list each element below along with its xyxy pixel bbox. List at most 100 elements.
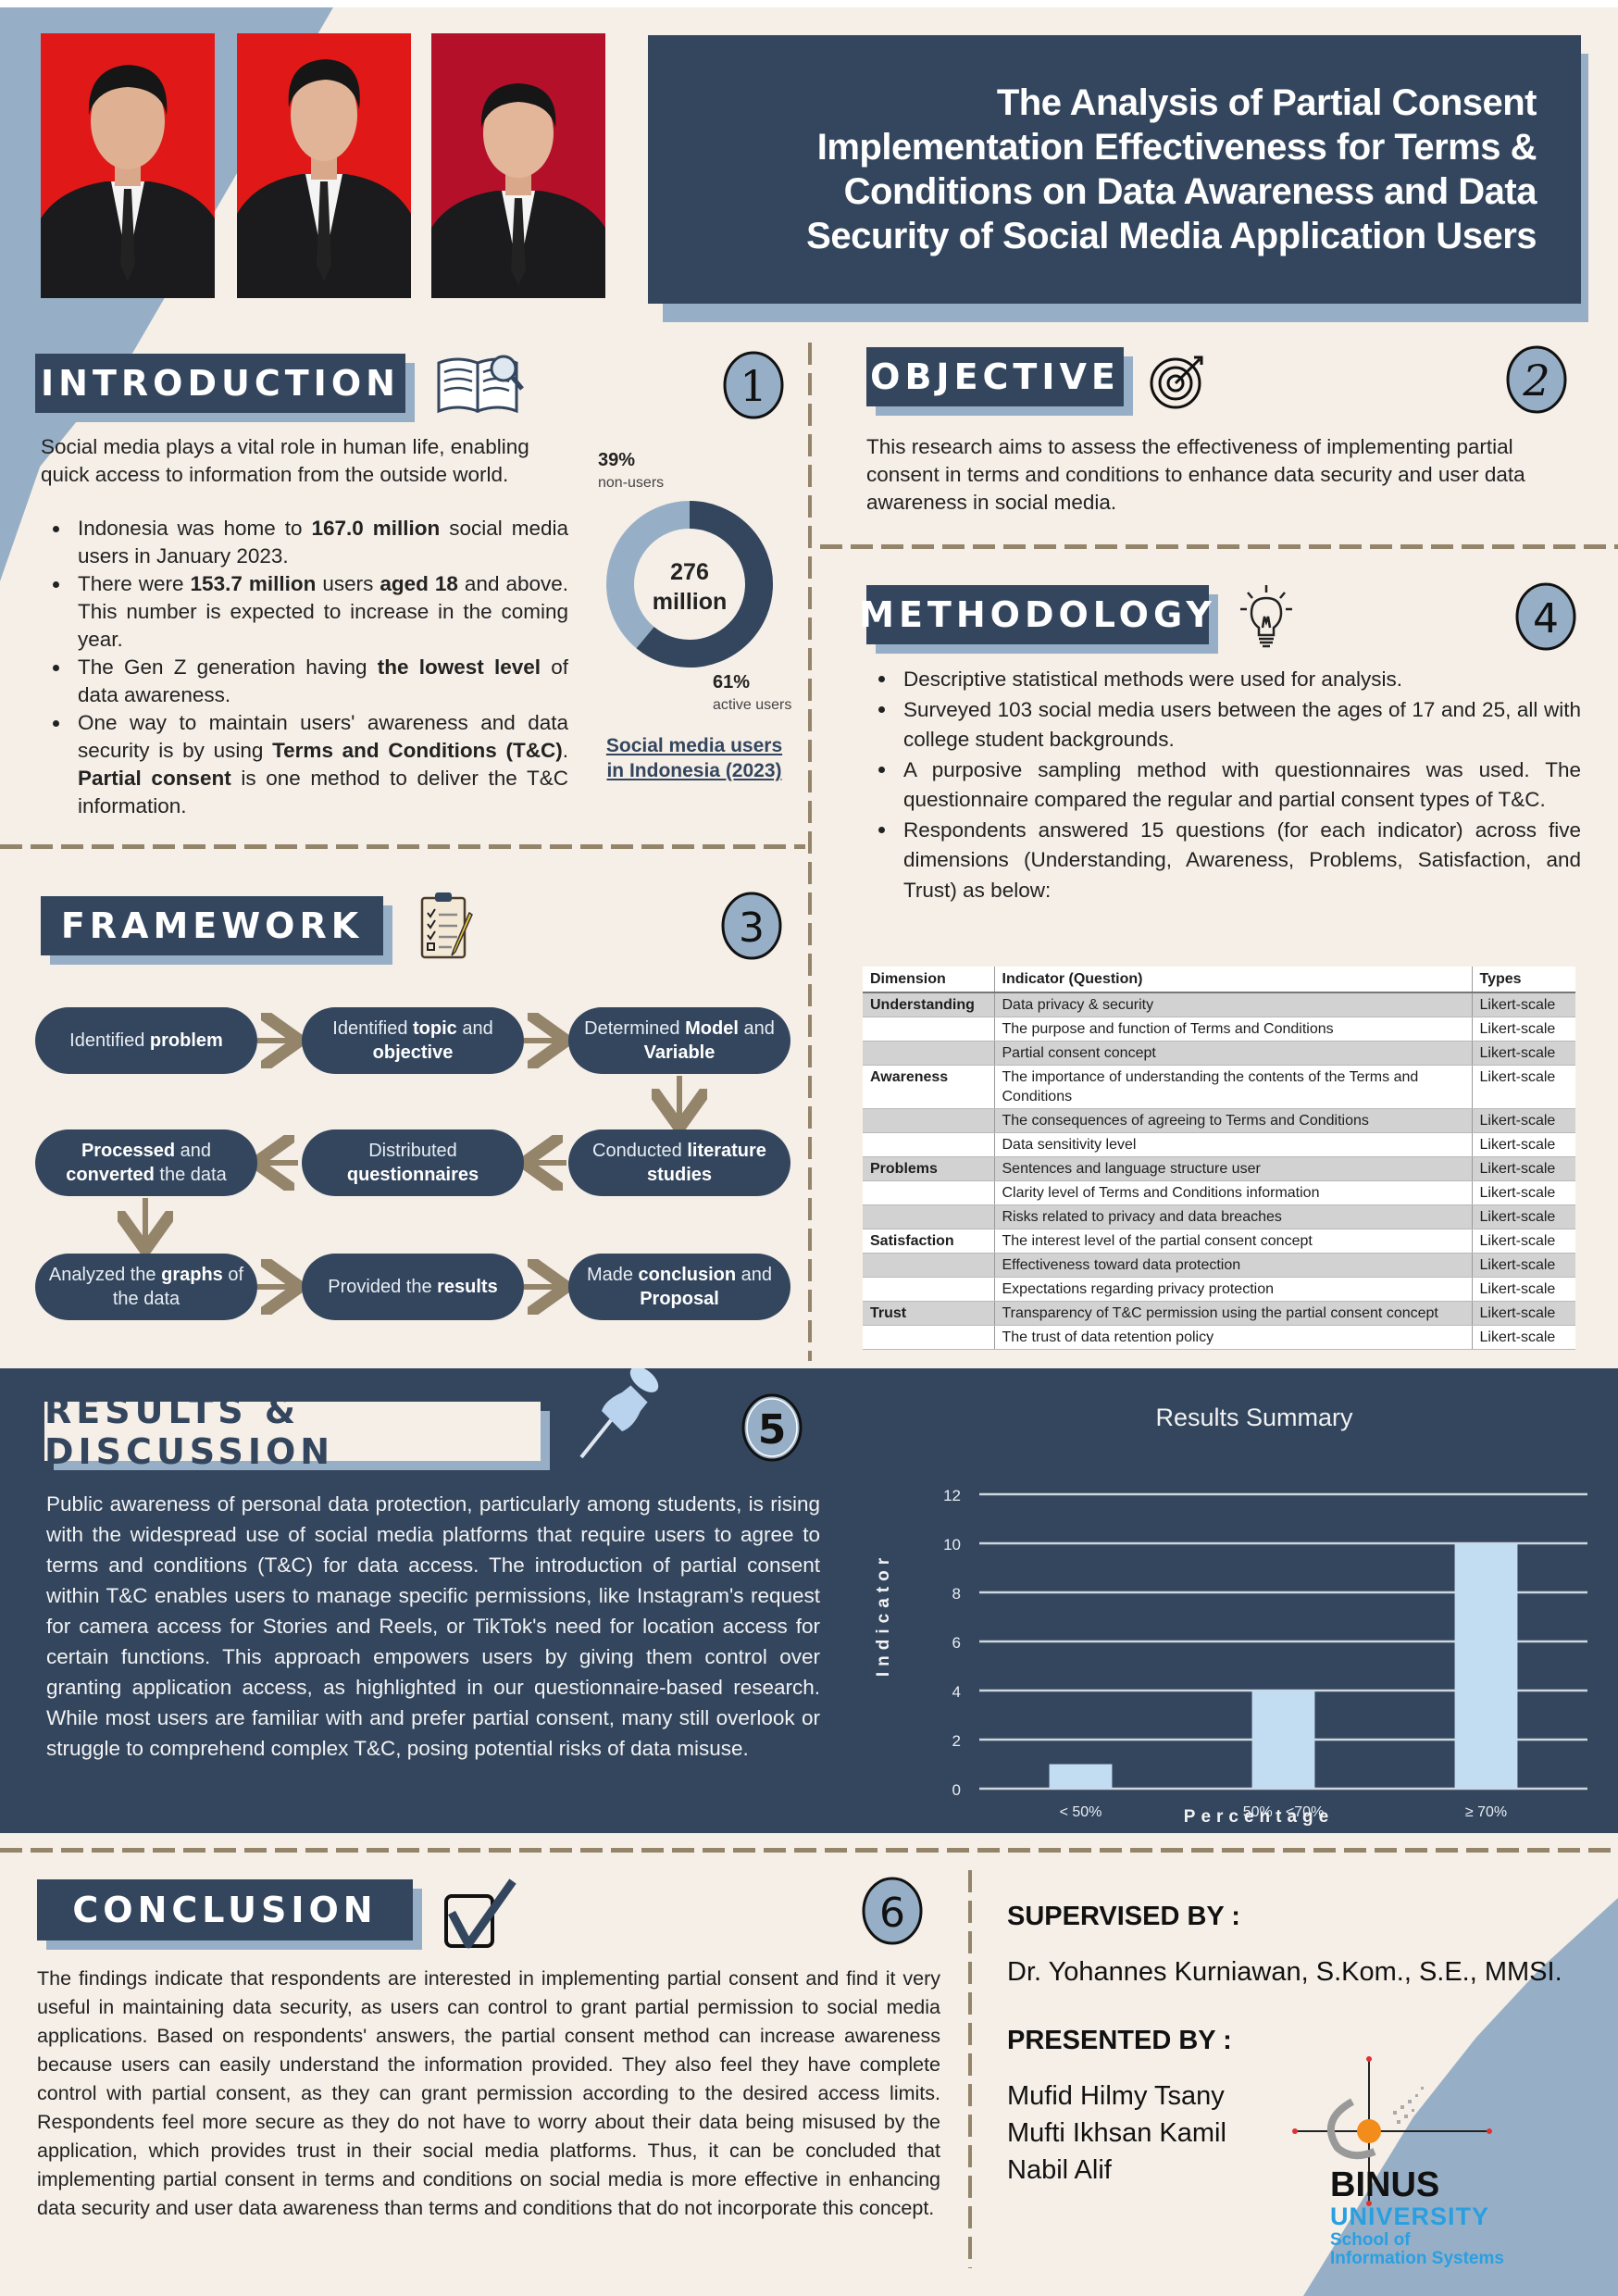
chart-y-tick-label: 8	[952, 1585, 961, 1603]
dimension-cell: Problems	[863, 1156, 995, 1181]
table-row: Partial consent concept Likert-scale	[863, 1041, 1575, 1066]
chart-x-axis-label: Percentage	[1184, 1807, 1334, 1827]
svg-text:1: 1	[740, 361, 766, 411]
indicator-cell: Sentences and language structure user	[994, 1156, 1472, 1181]
logo-university: UNIVERSITY	[1330, 2202, 1490, 2230]
checkbox-checkmark-icon	[442, 1878, 517, 1952]
table-row: Awareness The importance of understanding…	[863, 1065, 1575, 1109]
chart-y-tick-label: 4	[952, 1683, 961, 1701]
framework-step: Processed and converted the data	[35, 1129, 257, 1196]
indicator-cell: The consequences of agreeing to Terms an…	[994, 1108, 1472, 1133]
author-photo-2	[237, 33, 411, 298]
section-number-3-badge: 3	[720, 891, 783, 961]
users-donut-chart: 276 million	[606, 501, 773, 668]
introduction-header: INTRODUCTION	[35, 354, 415, 422]
framework-step: Provided the results	[302, 1254, 524, 1320]
conclusion-text: The findings indicate that respondents a…	[37, 1967, 940, 2219]
chart-bar	[1049, 1764, 1113, 1789]
results-header: RESULTS & DISCUSSION	[44, 1391, 550, 1472]
type-cell: Likert-scale	[1471, 992, 1575, 1017]
chart-y-tick-label: 2	[952, 1732, 961, 1750]
non-users-label: non-users	[598, 475, 665, 491]
framework-step: Distributed questionnaires	[302, 1129, 524, 1196]
section-divider	[820, 544, 1618, 549]
table-row: Effectiveness toward data protection Like…	[863, 1253, 1575, 1278]
person-icon	[431, 33, 605, 298]
dimension-cell	[863, 1277, 995, 1302]
results-text: Public awareness of personal data protec…	[46, 1492, 820, 1760]
chart-title: Results Summary	[1155, 1404, 1353, 1431]
type-cell: Likert-scale	[1471, 1277, 1575, 1302]
framework-step: Made conclusion and Proposal	[568, 1254, 790, 1320]
framework-step: Identified topic and objective	[302, 1007, 524, 1074]
poster-title: The Analysis of Partial Consent Implemen…	[806, 82, 1537, 256]
dimension-cell: Awareness	[863, 1065, 995, 1109]
author-photo-3	[431, 33, 605, 298]
supervised-by-label: SUPERVISED BY :	[1007, 1902, 1240, 1931]
dimension-cell	[863, 1325, 995, 1350]
results-summary-chart: Results Summary 024681012 < 50% 50% - <70…	[874, 1404, 1587, 1827]
non-users-percent: 39%	[598, 450, 636, 470]
dimension-cell	[863, 1041, 995, 1066]
section-number-2-badge: 2	[1505, 344, 1568, 415]
binus-university-logo: BINUS UNIVERSITY School of Information S…	[1291, 2055, 1587, 2268]
donut-center-value: 276	[670, 559, 709, 585]
section-divider	[0, 844, 805, 849]
pushpin-icon	[574, 1366, 676, 1461]
section-number-1-badge: 1	[722, 350, 785, 420]
chart-y-tick-label: 0	[952, 1781, 961, 1799]
presenter-name: Mufid Hilmy Tsany	[1007, 2081, 1225, 2111]
dimension-cell	[863, 1253, 995, 1278]
logo-school: School of	[1330, 2230, 1411, 2250]
framework-step: Analyzed the graphs of the data	[35, 1254, 257, 1320]
objective-header: OBJECTIVE	[866, 347, 1133, 416]
open-book-magnifier-icon	[435, 352, 524, 415]
indicator-cell: Data privacy & security	[994, 992, 1472, 1017]
table-row: Data sensitivity level Likert-scale	[863, 1132, 1575, 1157]
indicator-cell: Transparency of T&C permission using the…	[994, 1301, 1472, 1326]
type-cell: Likert-scale	[1471, 1065, 1575, 1109]
active-users-label: active users	[713, 697, 792, 713]
dimension-cell: Understanding	[863, 992, 995, 1017]
table-row: Trust Transparency of T&C permission usin…	[863, 1301, 1575, 1326]
column-header: Types	[1471, 967, 1575, 993]
table-row: Expectations regarding privacy protectio…	[863, 1277, 1575, 1302]
table-row: The purpose and function of Terms and Co…	[863, 1017, 1575, 1042]
introduction-bullet: The Gen Z generation having the lowest l…	[41, 654, 568, 709]
table-row: The trust of data retention policy Likert…	[863, 1325, 1575, 1350]
presenter-name: Mufti Ikhsan Kamil	[1007, 2118, 1226, 2148]
table-header-row: Dimension Indicator (Question) Types	[863, 967, 1575, 993]
person-icon	[41, 33, 215, 298]
indicator-cell: The trust of data retention policy	[994, 1325, 1472, 1350]
svg-text:6: 6	[879, 1890, 905, 1937]
methodology-header: METHODOLOGY	[859, 585, 1218, 654]
type-cell: Likert-scale	[1471, 1325, 1575, 1350]
donut-center-unit: million	[653, 589, 728, 615]
chart-y-tick-label: 10	[943, 1536, 961, 1554]
table-row: Problems Sentences and language structure…	[863, 1156, 1575, 1181]
conclusion-header: CONCLUSION	[37, 1879, 422, 1950]
table-row: Understanding Data privacy & security Like…	[863, 992, 1575, 1017]
indicator-cell: Effectiveness toward data protection	[994, 1253, 1472, 1278]
indicator-cell: Expectations regarding privacy protectio…	[994, 1277, 1472, 1302]
indicator-table: Dimension Indicator (Question) Types Und…	[863, 967, 1575, 1350]
logo-brand: BINUS	[1330, 2165, 1440, 2204]
clipboard-checklist-icon	[418, 891, 478, 961]
indicator-cell: The importance of understanding the cont…	[994, 1065, 1472, 1109]
section-divider	[0, 1848, 1618, 1853]
indicator-cell: Data sensitivity level	[994, 1132, 1472, 1157]
introduction-bullet: One way to maintain users' awareness and…	[41, 709, 568, 820]
column-divider	[808, 343, 812, 1361]
methodology-bullet: Respondents answered 15 questions (for e…	[866, 816, 1581, 906]
introduction-bullet: Indonesia was home to 167.0 million soci…	[41, 515, 568, 570]
type-cell: Likert-scale	[1471, 1132, 1575, 1157]
table-row: Satisfaction The interest level of the pa…	[863, 1229, 1575, 1254]
social-media-users-source-link[interactable]: Social media users in Indonesia (2023)	[602, 733, 787, 783]
table-row: Risks related to privacy and data breach…	[863, 1204, 1575, 1229]
svg-text:5: 5	[758, 1406, 787, 1454]
section-number-6-badge: 6	[861, 1876, 924, 1946]
column-header: Indicator (Question)	[994, 967, 1472, 993]
target-icon	[1148, 352, 1207, 411]
lightbulb-icon	[1238, 583, 1294, 650]
indicator-cell: Risks related to privacy and data breach…	[994, 1204, 1472, 1229]
